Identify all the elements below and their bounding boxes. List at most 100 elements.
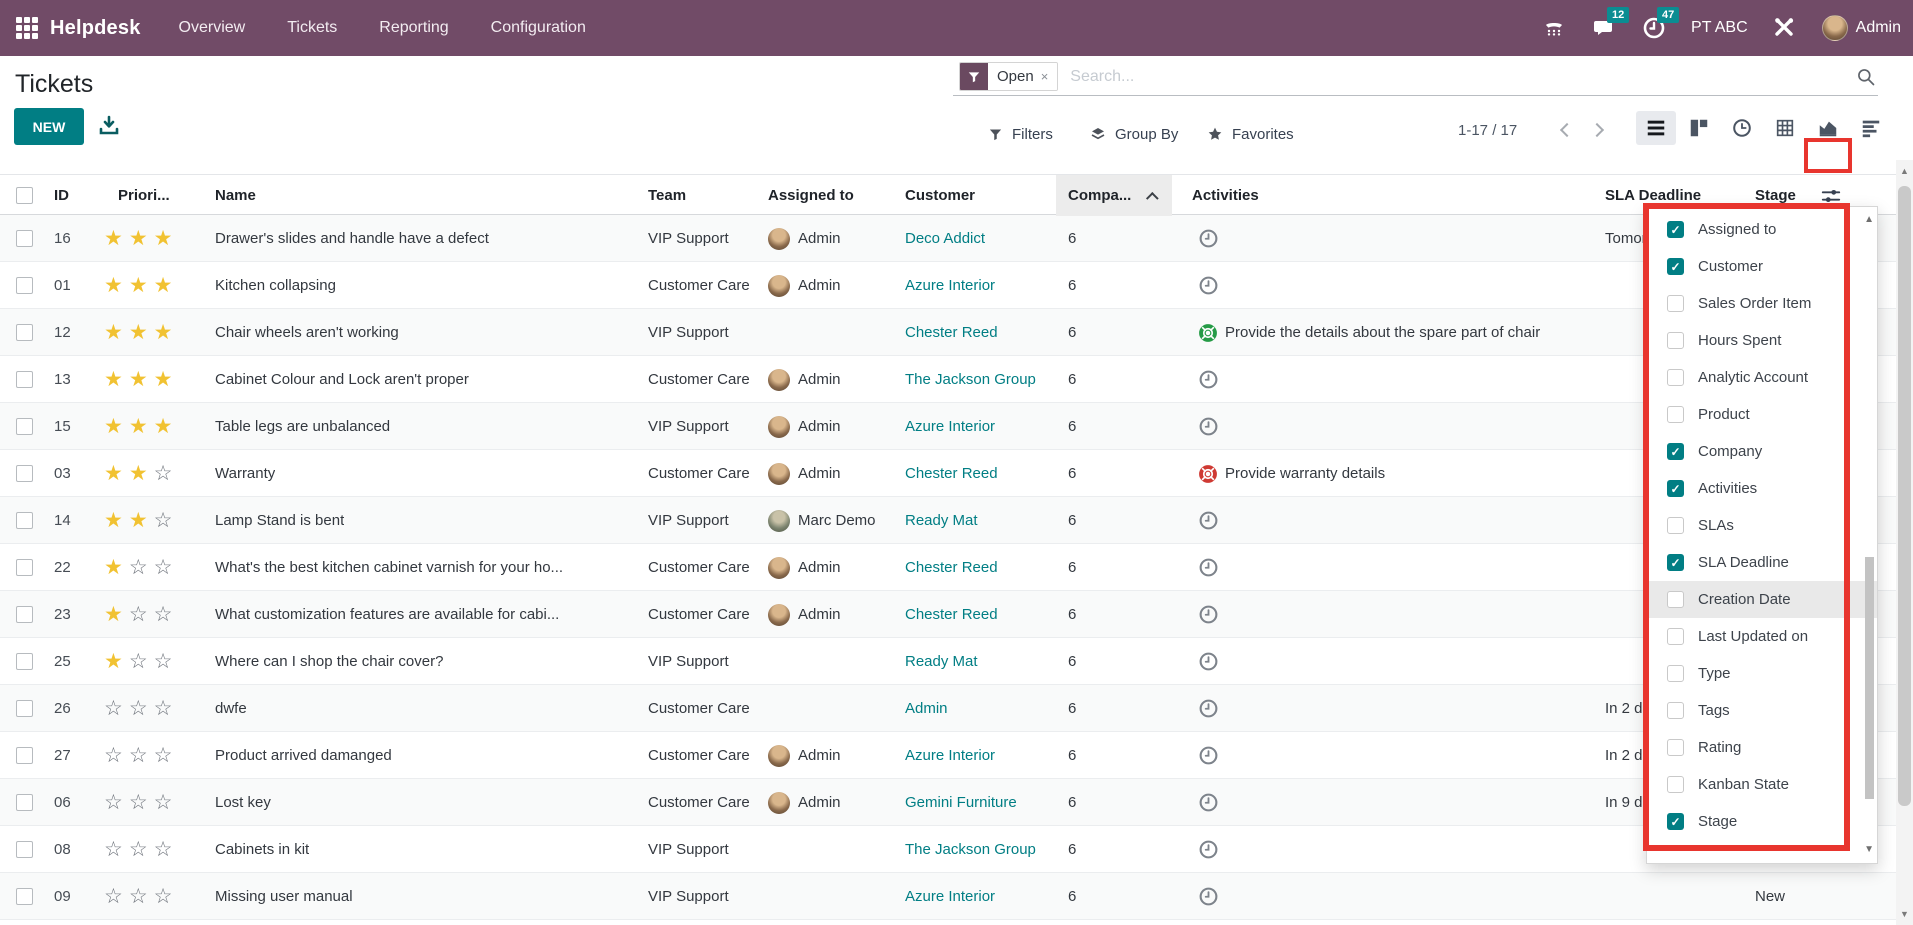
ticket-row[interactable]: 25★☆☆Where can I shop the chair cover?VI… xyxy=(0,638,1913,685)
priority-star-icon[interactable]: ☆ xyxy=(154,556,179,579)
select-all-checkbox[interactable] xyxy=(16,187,33,204)
new-button[interactable]: NEW xyxy=(14,108,84,145)
activity-clock-icon[interactable] xyxy=(1198,604,1219,625)
pager-next-icon[interactable] xyxy=(1586,118,1608,144)
apps-grid-icon[interactable] xyxy=(16,17,38,39)
checked-checkbox[interactable]: ✓ xyxy=(1667,813,1684,830)
priority-star-icon[interactable]: ☆ xyxy=(104,885,129,908)
scrollbar-down-icon[interactable]: ▼ xyxy=(1896,909,1913,919)
priority-star-icon[interactable]: ☆ xyxy=(154,885,179,908)
activity-clock-icon[interactable] xyxy=(1198,651,1219,672)
group-by-button[interactable]: Group By xyxy=(1090,119,1178,149)
customer-link[interactable]: Chester Reed xyxy=(905,591,998,638)
activity-lifebuoy-icon[interactable] xyxy=(1198,323,1218,343)
row-checkbox[interactable] xyxy=(16,747,33,764)
optional-columns-icon[interactable] xyxy=(1814,184,1848,208)
kanban-view-icon[interactable] xyxy=(1679,111,1719,145)
priority-star-icon[interactable]: ★ xyxy=(104,509,129,532)
search-facet-open[interactable]: Open × xyxy=(959,62,1058,91)
column-toggle-sales-order-item[interactable]: Sales Order Item xyxy=(1647,285,1877,322)
ticket-row[interactable]: 23★☆☆What customization features are ava… xyxy=(0,591,1913,638)
priority-star-icon[interactable]: ☆ xyxy=(104,697,129,720)
priority-star-icon[interactable]: ☆ xyxy=(104,838,129,861)
priority-star-icon[interactable]: ☆ xyxy=(154,509,179,532)
gantt-view-icon[interactable] xyxy=(1851,111,1891,145)
debug-tools-icon[interactable] xyxy=(1772,15,1798,41)
priority-star-icon[interactable]: ★ xyxy=(129,321,154,344)
priority-star-icon[interactable]: ☆ xyxy=(154,744,179,767)
customer-link[interactable]: Admin xyxy=(905,685,948,732)
column-toggle-analytic-account[interactable]: Analytic Account xyxy=(1647,359,1877,396)
priority-star-icon[interactable]: ☆ xyxy=(154,838,179,861)
priority-star-icon[interactable]: ★ xyxy=(154,415,179,438)
pager-prev-icon[interactable] xyxy=(1556,118,1578,144)
activity-clock-icon[interactable] xyxy=(1198,369,1219,390)
customer-link[interactable]: Chester Reed xyxy=(905,309,998,356)
ticket-row[interactable]: 03★★☆WarrantyCustomer CareAdminChester R… xyxy=(0,450,1913,497)
customer-link[interactable]: Ready Mat xyxy=(905,638,978,685)
dropdown-scroll-down-icon[interactable]: ▼ xyxy=(1864,845,1874,855)
row-checkbox[interactable] xyxy=(16,841,33,858)
column-toggle-stage[interactable]: ✓Stage xyxy=(1647,803,1877,840)
ticket-row[interactable]: 08☆☆☆Cabinets in kitVIP SupportThe Jacks… xyxy=(0,826,1913,873)
priority-star-icon[interactable]: ★ xyxy=(104,650,129,673)
column-toggle-activities[interactable]: ✓Activities xyxy=(1647,470,1877,507)
customer-link[interactable]: Chester Reed xyxy=(905,544,998,591)
row-checkbox[interactable] xyxy=(16,559,33,576)
customer-link[interactable]: Azure Interior xyxy=(905,873,995,920)
ticket-row[interactable]: 09☆☆☆Missing user manualVIP SupportAzure… xyxy=(0,873,1913,920)
header-id[interactable]: ID xyxy=(54,175,69,216)
dropdown-scroll-up-icon[interactable]: ▲ xyxy=(1864,215,1874,225)
priority-star-icon[interactable]: ☆ xyxy=(129,791,154,814)
activity-clock-icon[interactable] xyxy=(1198,275,1219,296)
row-checkbox[interactable] xyxy=(16,700,33,717)
list-view-icon[interactable] xyxy=(1636,111,1676,145)
customer-link[interactable]: The Jackson Group xyxy=(905,356,1036,403)
checked-checkbox[interactable]: ✓ xyxy=(1667,258,1684,275)
activity-clock-icon[interactable] xyxy=(1198,228,1219,249)
row-checkbox[interactable] xyxy=(16,230,33,247)
priority-star-icon[interactable]: ★ xyxy=(129,368,154,391)
priority-star-icon[interactable]: ★ xyxy=(104,462,129,485)
priority-star-icon[interactable]: ★ xyxy=(104,321,129,344)
unchecked-checkbox[interactable] xyxy=(1667,332,1684,349)
unchecked-checkbox[interactable] xyxy=(1667,702,1684,719)
unchecked-checkbox[interactable] xyxy=(1667,406,1684,423)
messages-icon[interactable]: 12 xyxy=(1591,15,1617,41)
column-toggle-product[interactable]: Product xyxy=(1647,396,1877,433)
header-customer[interactable]: Customer xyxy=(905,175,975,216)
priority-star-icon[interactable]: ★ xyxy=(104,368,129,391)
customer-link[interactable]: The Jackson Group xyxy=(905,826,1036,873)
scrollbar-up-icon[interactable]: ▲ xyxy=(1896,166,1913,176)
column-toggle-last-updated-on[interactable]: Last Updated on xyxy=(1647,618,1877,655)
row-checkbox[interactable] xyxy=(16,606,33,623)
unchecked-checkbox[interactable] xyxy=(1667,739,1684,756)
customer-link[interactable]: Deco Addict xyxy=(905,215,985,262)
checked-checkbox[interactable]: ✓ xyxy=(1667,443,1684,460)
priority-star-icon[interactable]: ☆ xyxy=(129,697,154,720)
filters-button[interactable]: Filters xyxy=(988,119,1053,149)
priority-star-icon[interactable]: ☆ xyxy=(129,744,154,767)
column-toggle-type[interactable]: Type xyxy=(1647,655,1877,692)
priority-star-icon[interactable]: ☆ xyxy=(154,603,179,626)
activity-clock-icon[interactable] xyxy=(1198,698,1219,719)
search-bar[interactable]: Open × Search... xyxy=(953,58,1878,96)
row-checkbox[interactable] xyxy=(16,277,33,294)
dropdown-scrollbar-thumb[interactable] xyxy=(1865,557,1874,799)
page-scrollbar[interactable]: ▲ ▼ xyxy=(1896,160,1913,925)
priority-star-icon[interactable]: ★ xyxy=(154,321,179,344)
unchecked-checkbox[interactable] xyxy=(1667,776,1684,793)
voip-phone-icon[interactable] xyxy=(1541,15,1567,41)
priority-star-icon[interactable]: ★ xyxy=(154,368,179,391)
priority-star-icon[interactable]: ★ xyxy=(129,509,154,532)
priority-star-icon[interactable]: ☆ xyxy=(104,744,129,767)
priority-star-icon[interactable]: ☆ xyxy=(129,838,154,861)
row-checkbox[interactable] xyxy=(16,512,33,529)
ticket-row[interactable]: 15★★★Table legs are unbalancedVIP Suppor… xyxy=(0,403,1913,450)
checked-checkbox[interactable]: ✓ xyxy=(1667,480,1684,497)
activities-clock-icon[interactable]: 47 xyxy=(1641,15,1667,41)
unchecked-checkbox[interactable] xyxy=(1667,665,1684,682)
favorites-button[interactable]: Favorites xyxy=(1207,119,1294,149)
priority-star-icon[interactable]: ★ xyxy=(104,603,129,626)
ticket-row[interactable]: 14★★☆Lamp Stand is bentVIP SupportMarc D… xyxy=(0,497,1913,544)
